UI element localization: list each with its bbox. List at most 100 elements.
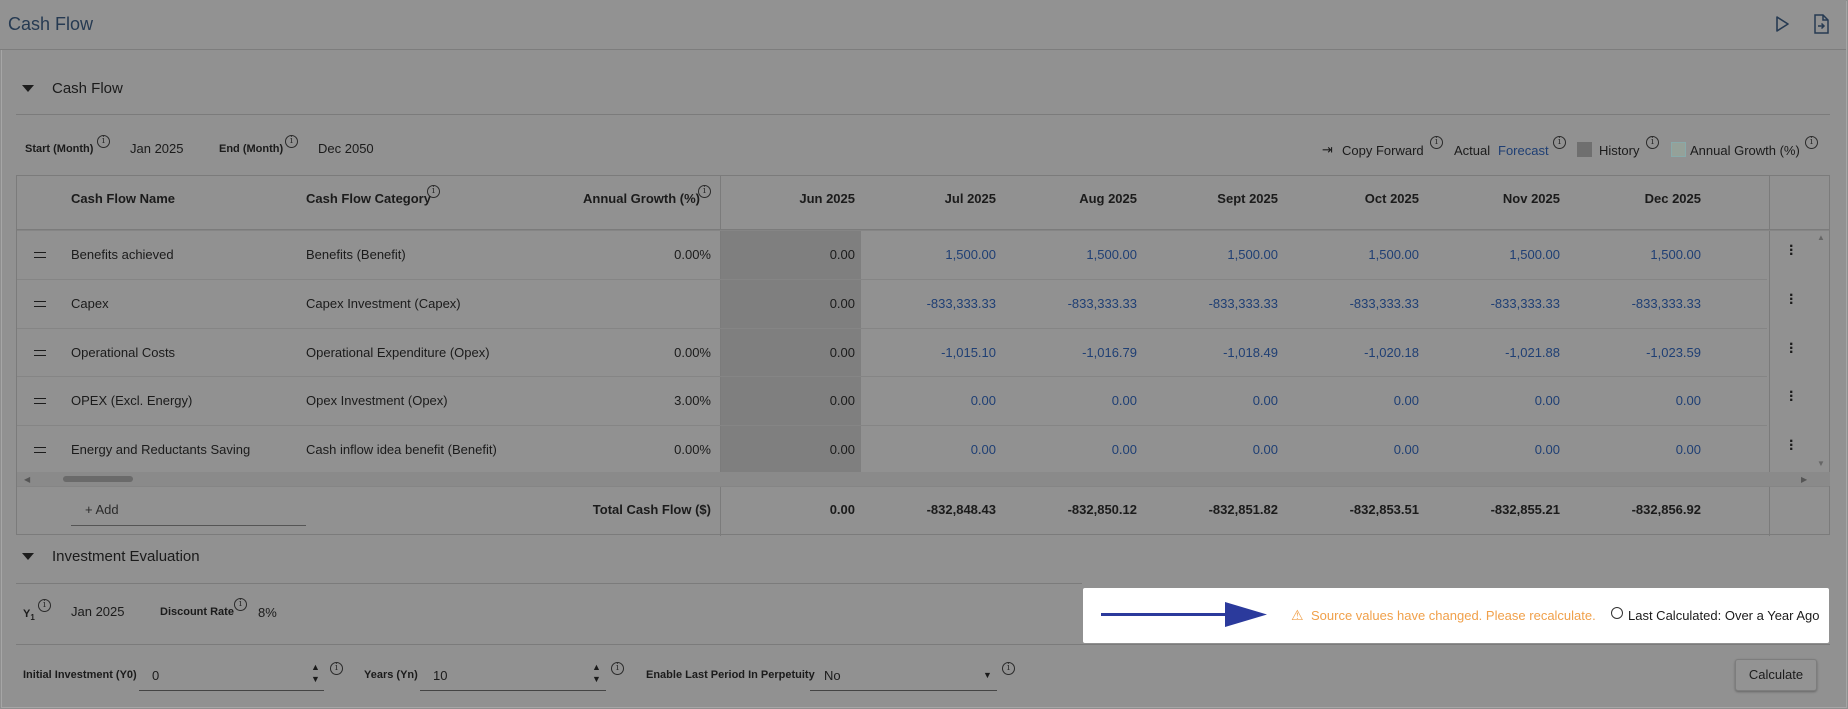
month-value-cell[interactable]: -1,023.59 [1571, 345, 1701, 360]
row-menu-icon[interactable]: · · · [1789, 385, 1794, 409]
month-value-cell[interactable]: 0.00 [725, 393, 855, 408]
drag-handle-icon[interactable] [34, 301, 46, 307]
stepper-icon[interactable]: ▲ ▼ [592, 661, 601, 685]
info-icon[interactable]: i [234, 598, 247, 611]
scroll-right-icon[interactable]: ▶ [1801, 475, 1807, 484]
copy-forward-button[interactable]: Copy Forward [1342, 143, 1424, 158]
info-icon[interactable]: i [1002, 662, 1015, 675]
cashflow-category-cell[interactable]: Cash inflow idea benefit (Benefit) [306, 442, 497, 457]
col-header-name[interactable]: Cash Flow Name [71, 191, 175, 206]
cashflow-name-cell[interactable]: Energy and Reductants Saving [71, 442, 250, 457]
month-value-cell[interactable]: 1,500.00 [866, 247, 996, 262]
month-value-cell[interactable]: 0.00 [1430, 442, 1560, 457]
col-header-month[interactable]: Sept 2025 [1148, 191, 1278, 206]
month-value-cell[interactable]: 1,500.00 [1289, 247, 1419, 262]
month-value-cell[interactable]: -1,021.88 [1430, 345, 1560, 360]
month-value-cell[interactable]: 0.00 [866, 442, 996, 457]
month-value-cell[interactable]: 0.00 [1430, 393, 1560, 408]
info-icon[interactable]: i [1430, 136, 1443, 149]
month-value-cell[interactable]: 1,500.00 [1430, 247, 1560, 262]
annual-growth-cell[interactable]: 3.00% [577, 393, 711, 408]
month-value-cell[interactable]: -1,016.79 [1007, 345, 1137, 360]
cashflow-category-cell[interactable]: Benefits (Benefit) [306, 247, 406, 262]
col-header-category[interactable]: Cash Flow Category [306, 191, 431, 206]
col-header-month[interactable]: Oct 2025 [1289, 191, 1419, 206]
month-value-cell[interactable]: 0.00 [1289, 393, 1419, 408]
info-icon[interactable]: i [427, 185, 440, 198]
info-icon[interactable]: i [611, 662, 624, 675]
month-value-cell[interactable]: 0.00 [1007, 442, 1137, 457]
col-header-month[interactable]: Dec 2025 [1571, 191, 1701, 206]
month-value-cell[interactable]: 0.00 [1289, 442, 1419, 457]
play-icon[interactable] [1770, 12, 1794, 36]
info-icon[interactable]: i [1805, 136, 1818, 149]
row-menu-icon[interactable]: · · · [1789, 337, 1794, 361]
month-value-cell[interactable]: -833,333.33 [1571, 296, 1701, 311]
col-header-month[interactable]: Jul 2025 [866, 191, 996, 206]
start-month-value[interactable]: Jan 2025 [130, 141, 184, 156]
scroll-up-icon[interactable]: ▲ [1817, 233, 1825, 242]
annual-growth-cell[interactable]: 0.00% [577, 442, 711, 457]
stepper-icon[interactable]: ▲ ▼ [311, 661, 320, 685]
file-export-icon[interactable] [1809, 12, 1833, 36]
month-value-cell[interactable]: 0.00 [1007, 393, 1137, 408]
month-value-cell[interactable]: -1,015.10 [866, 345, 996, 360]
cashflow-name-cell[interactable]: Benefits achieved [71, 247, 174, 262]
end-month-value[interactable]: Dec 2050 [318, 141, 374, 156]
month-value-cell[interactable]: 0.00 [1571, 442, 1701, 457]
month-value-cell[interactable]: 0.00 [1571, 393, 1701, 408]
drag-handle-icon[interactable] [34, 398, 46, 404]
add-row-button[interactable]: + Add [85, 502, 119, 517]
cashflow-category-cell[interactable]: Capex Investment (Capex) [306, 296, 461, 311]
month-value-cell[interactable]: 0.00 [866, 393, 996, 408]
info-icon[interactable]: i [1646, 136, 1659, 149]
month-value-cell[interactable]: -1,020.18 [1289, 345, 1419, 360]
month-value-cell[interactable]: 1,500.00 [1007, 247, 1137, 262]
horizontal-scrollbar[interactable]: ◀ ▶ [17, 472, 1830, 486]
scrollbar-thumb[interactable] [63, 476, 133, 482]
initial-investment-input[interactable]: 0 [152, 668, 159, 683]
info-icon[interactable]: i [330, 662, 343, 675]
calculate-button[interactable]: Calculate [1735, 659, 1817, 691]
drag-handle-icon[interactable] [34, 350, 46, 356]
annual-growth-cell[interactable]: 0.00% [577, 247, 711, 262]
scroll-down-icon[interactable]: ▼ [1817, 459, 1825, 468]
month-value-cell[interactable]: -833,333.33 [866, 296, 996, 311]
info-icon[interactable]: i [285, 135, 298, 148]
scroll-left-icon[interactable]: ◀ [24, 475, 30, 484]
cashflow-category-cell[interactable]: Operational Expenditure (Opex) [306, 345, 490, 360]
month-value-cell[interactable]: 0.00 [725, 345, 855, 360]
info-icon[interactable]: i [38, 599, 51, 612]
cashflow-category-cell[interactable]: Opex Investment (Opex) [306, 393, 448, 408]
drag-handle-icon[interactable] [34, 252, 46, 258]
col-header-month[interactable]: Aug 2025 [1007, 191, 1137, 206]
row-menu-icon[interactable]: · · · [1789, 288, 1794, 312]
cashflow-name-cell[interactable]: Operational Costs [71, 345, 175, 360]
month-value-cell[interactable]: -833,333.33 [1148, 296, 1278, 311]
cashflow-name-cell[interactable]: Capex [71, 296, 109, 311]
y1-value[interactable]: Jan 2025 [71, 604, 125, 619]
perpetuity-select[interactable]: No [824, 668, 841, 683]
month-value-cell[interactable]: 0.00 [1148, 442, 1278, 457]
investment-section-toggle[interactable]: Investment Evaluation [16, 544, 200, 568]
month-value-cell[interactable]: -833,333.33 [1430, 296, 1560, 311]
chevron-down-icon[interactable]: ▼ [983, 670, 992, 680]
row-menu-icon[interactable]: · · · [1789, 434, 1794, 458]
month-value-cell[interactable]: -833,333.33 [1007, 296, 1137, 311]
month-value-cell[interactable]: 1,500.00 [1148, 247, 1278, 262]
annual-growth-cell[interactable]: 0.00% [577, 345, 711, 360]
discount-rate-value[interactable]: 8% [258, 605, 277, 620]
col-header-month[interactable]: Jun 2025 [725, 191, 855, 206]
cashflow-name-cell[interactable]: OPEX (Excl. Energy) [71, 393, 192, 408]
info-icon[interactable]: i [1553, 136, 1566, 149]
month-value-cell[interactable]: 1,500.00 [1571, 247, 1701, 262]
drag-handle-icon[interactable] [34, 447, 46, 453]
month-value-cell[interactable]: 0.00 [725, 296, 855, 311]
month-value-cell[interactable]: 0.00 [725, 247, 855, 262]
month-value-cell[interactable]: -1,018.49 [1148, 345, 1278, 360]
info-icon[interactable]: i [698, 185, 711, 198]
month-value-cell[interactable]: 0.00 [725, 442, 855, 457]
years-input[interactable]: 10 [433, 668, 447, 683]
month-value-cell[interactable]: -833,333.33 [1289, 296, 1419, 311]
row-menu-icon[interactable]: · · · [1789, 239, 1794, 263]
